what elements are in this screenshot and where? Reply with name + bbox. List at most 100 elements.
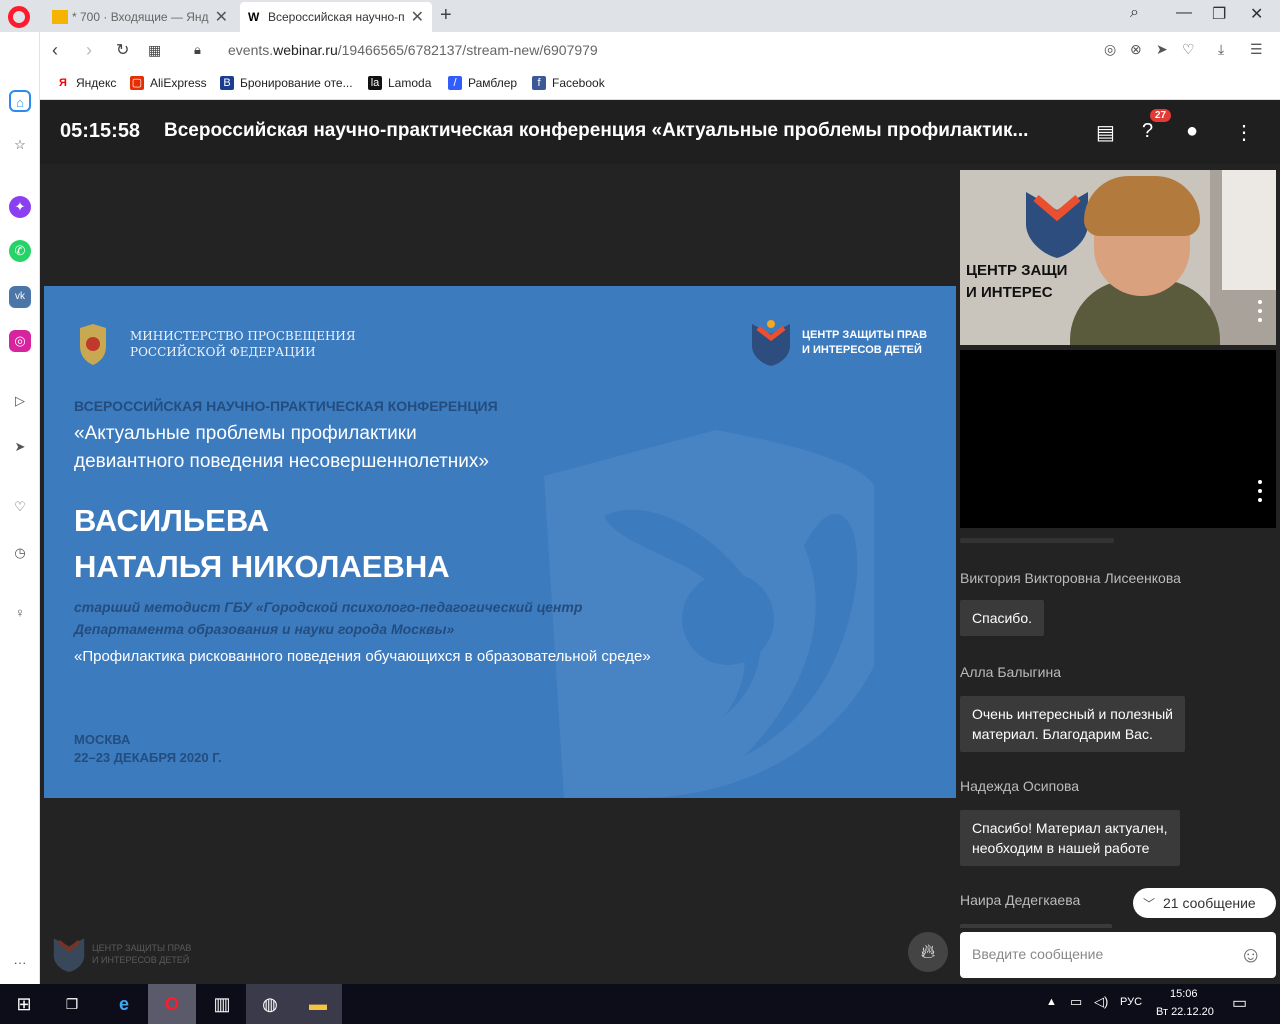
tray-expand-icon[interactable]: ▲ (1046, 996, 1057, 1008)
search-icon[interactable]: ⌕ (1130, 4, 1139, 22)
maximize-icon[interactable]: ❐ (1212, 4, 1226, 24)
questions-icon[interactable]: ? (1142, 120, 1153, 143)
webinar-icon: W (248, 10, 260, 24)
chat-message: Спасибо. (960, 600, 1044, 636)
wall-calendar (1222, 170, 1276, 290)
bookmark-aliexpress[interactable]: ▢ AliExpress (130, 76, 207, 90)
share-icon[interactable]: ➤ (1156, 41, 1168, 58)
fire-icon: 🔥︎ (920, 941, 936, 963)
player-icon[interactable]: ▷ (9, 390, 31, 412)
network-icon[interactable]: ▭ (1070, 994, 1082, 1010)
speed-dial-icon[interactable]: ▦ (148, 42, 161, 59)
bookmark-yandex[interactable]: Я Яндекс (56, 76, 116, 90)
speaker-video[interactable]: ЦЕНТР ЗАЩИ И ИНТЕРЕС (960, 170, 1276, 345)
adblock-icon[interactable]: ⊗ (1130, 41, 1142, 58)
app-icon[interactable]: ◍ (246, 984, 294, 1024)
tab-yandex-mail[interactable]: * 700 · Входящие — Яндекс ✕ (44, 2, 236, 32)
bookmark-label: Бронирование оте... (240, 76, 353, 90)
messenger-icon[interactable]: ✦ (9, 196, 31, 218)
message-input-box: ☺ (960, 932, 1276, 978)
folder-icon[interactable]: ▬ (294, 984, 342, 1024)
bookmark-rambler[interactable]: / Рамблер (448, 76, 517, 90)
heart-icon[interactable]: ♡ (1182, 41, 1195, 58)
windows-start-icon[interactable]: ⊞ (0, 984, 48, 1024)
history-icon[interactable]: ◷ (9, 542, 31, 564)
calculator-icon[interactable]: ▥ (198, 984, 246, 1024)
center-logo-icon (53, 938, 85, 972)
minimize-icon[interactable]: — (1176, 4, 1192, 22)
clock-date[interactable]: Вт 22.12.20 (1156, 1006, 1214, 1018)
instagram-icon[interactable]: ◎ (9, 330, 31, 352)
chat-author: Наира Дедегкаева (960, 892, 1081, 908)
download-icon[interactable]: ⤓ (1218, 41, 1224, 58)
home-icon[interactable]: ⌂ (9, 90, 31, 112)
whatsapp-icon[interactable]: ✆ (9, 240, 31, 262)
yandex-icon: Я (59, 77, 67, 89)
video-options-icon[interactable] (1258, 300, 1262, 327)
url-field[interactable]: events.webinar.ru/19466565/6782137/strea… (228, 42, 598, 58)
chat-message (960, 924, 1112, 928)
lock-icon[interactable]: 🔒︎ (194, 42, 201, 58)
more-icon[interactable]: ··· (9, 952, 31, 974)
close-icon[interactable]: ✕ (411, 7, 424, 27)
center-logo-icon (1026, 192, 1088, 258)
user-icon[interactable]: ● (1186, 120, 1198, 143)
chat-icon[interactable]: ▤ (1096, 120, 1115, 145)
new-tab-button[interactable]: + (440, 4, 452, 27)
forward-icon[interactable]: › (86, 40, 92, 61)
close-window-icon[interactable]: ✕ (1250, 4, 1263, 24)
bookmark-booking[interactable]: B Бронирование оте... (220, 76, 353, 90)
conference-label: ВСЕРОССИЙСКАЯ НАУЧНО-ПРАКТИЧЕСКАЯ КОНФЕР… (74, 398, 498, 414)
opera-taskbar-icon[interactable]: O (148, 984, 196, 1024)
opera-menu-icon[interactable] (8, 6, 30, 28)
bookmark-label: Яндекс (76, 76, 117, 90)
notifications-icon[interactable]: ▭ (1232, 993, 1247, 1013)
tab-webinar[interactable]: W Всероссийская научно-пр ✕ (240, 2, 432, 32)
close-icon[interactable]: ✕ (215, 7, 228, 27)
address-bar: ‹ › ↻ ▦ 🔒︎ events.webinar.ru/19466565/67… (40, 32, 1280, 68)
reload-icon[interactable]: ↻ (116, 40, 129, 60)
bookmark-lamoda[interactable]: la Lamoda (368, 76, 431, 90)
clock-time[interactable]: 15:06 (1170, 988, 1198, 1000)
more-vertical-icon[interactable]: ⋮ (1234, 120, 1254, 145)
task-view-icon[interactable]: ❐ (48, 984, 96, 1024)
ie-icon[interactable]: e (100, 984, 148, 1024)
language-indicator[interactable]: РУС (1120, 996, 1142, 1008)
center-name: ЦЕНТР ЗАЩИТЫ ПРАВ И ИНТЕРЕСОВ ДЕТЕЙ (802, 329, 928, 356)
reactions-button[interactable]: 🔥︎ (908, 932, 948, 972)
message-input[interactable] (972, 946, 1232, 962)
bookmark-label: Рамблер (468, 76, 518, 90)
star-icon[interactable]: ☆ (9, 134, 31, 156)
bookmarks-bar: Я Яндекс ▢ AliExpress B Бронирование оте...… (40, 68, 1280, 100)
chat-author: Виктория Викторовна Лисеенкова (960, 570, 1181, 586)
bookmark-label: AliExpress (150, 76, 207, 90)
back-icon[interactable]: ‹ (52, 40, 58, 61)
city: МОСКВА (74, 732, 131, 747)
volume-icon[interactable]: ◁) (1094, 994, 1108, 1010)
vk-icon[interactable]: vk (9, 286, 31, 308)
empty-video[interactable] (960, 350, 1276, 528)
settings-icon[interactable]: ☰ (1250, 41, 1263, 58)
dates: 22–23 ДЕКАБРЯ 2020 Г. (74, 750, 222, 765)
send-icon[interactable]: ➤ (9, 436, 31, 458)
snapshot-icon[interactable]: ◎ (1104, 41, 1116, 58)
bookmark-label: Lamoda (388, 76, 432, 90)
coat-of-arms-icon (76, 322, 110, 366)
chat-author: Алла Балыгина (960, 664, 1062, 680)
emoji-icon[interactable]: ☺ (1240, 942, 1262, 968)
center-logo-icon (748, 316, 794, 366)
chat-panel: Виктория Викторовна Лисеенкова Спасибо. … (960, 536, 1280, 928)
rambler-icon: / (448, 76, 462, 90)
opera-sidebar: ⌂ ☆ ✦ ✆ vk ◎ ▷ ➤ ♡ ◷ ♀ ··· (0, 32, 40, 984)
heart-icon[interactable]: ♡ (9, 496, 31, 518)
tab-title: * 700 · Входящие — Яндекс (72, 10, 209, 24)
facebook-icon: f (532, 76, 546, 90)
webinar-header: 05:15:58 Всероссийская научно-практическ… (40, 100, 1280, 164)
speaker-hair (1084, 176, 1200, 236)
bookmark-facebook[interactable]: f Facebook (532, 76, 605, 90)
lightbulb-icon[interactable]: ♀ (9, 602, 31, 624)
booking-icon: B (220, 76, 234, 90)
video-options-icon[interactable] (1258, 480, 1262, 507)
chat-message: Спасибо! Материал актуален, необходим в … (960, 810, 1180, 866)
new-messages-button[interactable]: ﹀ 21 сообщение (1133, 888, 1276, 918)
